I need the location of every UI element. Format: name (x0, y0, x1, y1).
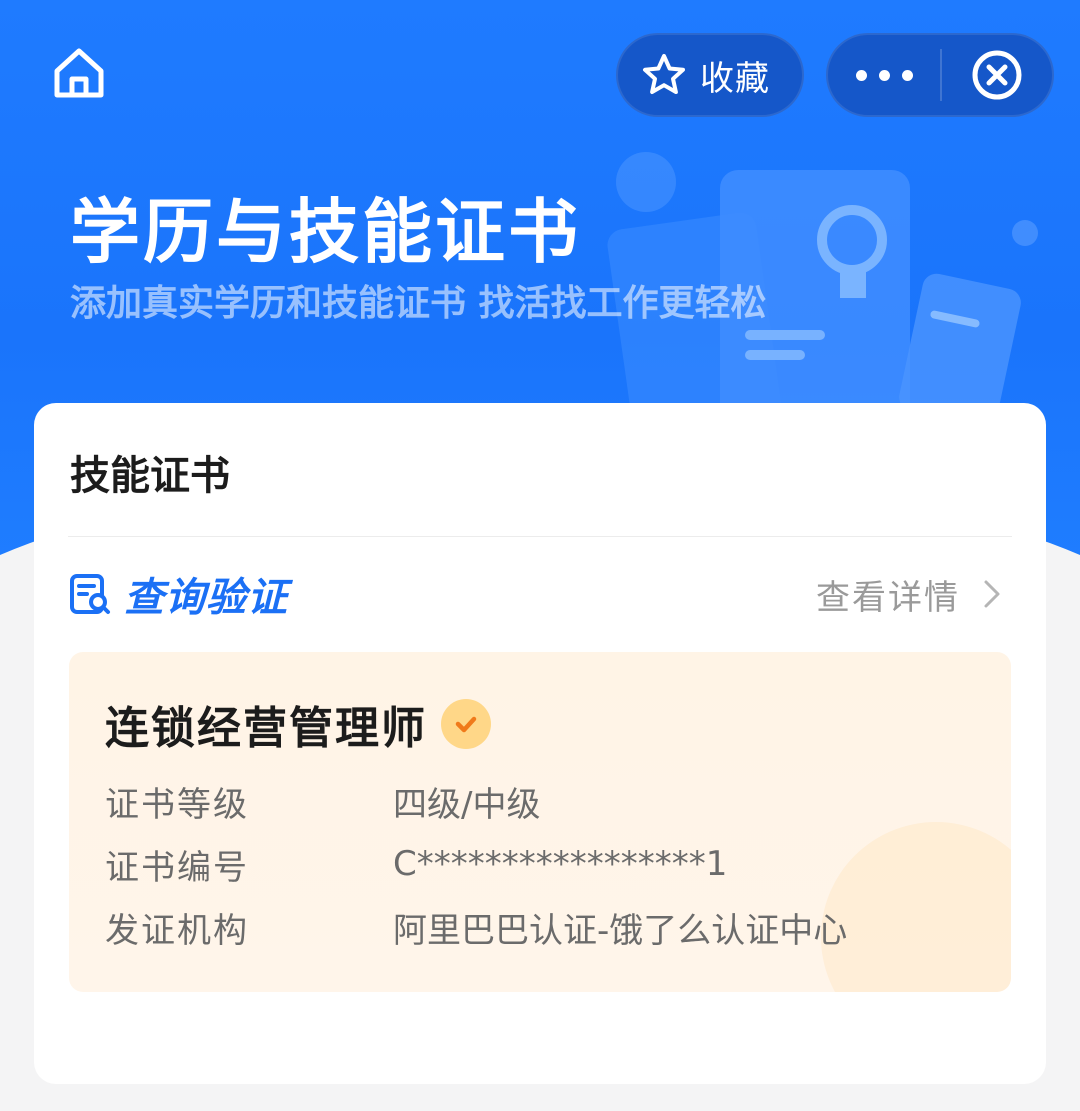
verified-badge (441, 699, 491, 749)
info-key: 发证机构 (105, 910, 249, 951)
certificate-item[interactable]: 连锁经营管理师 证书等级 四级/中级 证书编号 C***************… (69, 652, 1011, 992)
page-subtitle: 添加真实学历和技能证书 找活找工作更轻松 (70, 283, 767, 324)
watermark-decoration (821, 822, 1011, 992)
info-key: 证书等级 (105, 784, 249, 825)
details-label: 查看详情 (816, 577, 960, 618)
home-icon (54, 48, 104, 98)
verified-check-icon (455, 716, 477, 733)
skill-certificate-card: 技能证书 查询验证 查看详情 连锁经营管理师 证书等级 四级/中级 证书编号 C… (34, 403, 1046, 1084)
close-circle-icon (972, 50, 1022, 100)
favorite-label: 收藏 (700, 58, 770, 99)
certificate-name: 连锁经营管理师 (105, 703, 427, 754)
section-title: 技能证书 (70, 453, 230, 499)
info-row-number: 证书编号 C*****************1 (105, 841, 728, 888)
capsule-menu (826, 33, 1054, 117)
close-button[interactable] (942, 35, 1052, 115)
verify-search-icon (70, 574, 110, 614)
chevron-right-icon (984, 580, 1000, 608)
info-value: C*****************1 (393, 844, 728, 884)
info-row-level: 证书等级 四级/中级 (105, 778, 541, 825)
info-value: 阿里巴巴认证-饿了么认证中心 (393, 910, 848, 951)
divider (68, 536, 1012, 537)
certificate-name-row: 连锁经营管理师 (105, 692, 491, 756)
page-title: 学历与技能证书 (70, 191, 581, 273)
info-row-issuer: 发证机构 阿里巴巴认证-饿了么认证中心 (105, 904, 848, 951)
star-icon (643, 54, 685, 94)
home-button[interactable] (50, 44, 108, 102)
more-button[interactable] (828, 35, 940, 115)
info-value: 四级/中级 (393, 784, 541, 825)
view-details-link[interactable]: 查看详情 (816, 570, 1012, 619)
favorite-button[interactable]: 收藏 (616, 33, 804, 117)
info-key: 证书编号 (105, 847, 249, 888)
verify-row: 查询验证 查看详情 (68, 563, 1012, 625)
more-icon (850, 69, 919, 81)
verify-label: 查询验证 (124, 575, 288, 621)
